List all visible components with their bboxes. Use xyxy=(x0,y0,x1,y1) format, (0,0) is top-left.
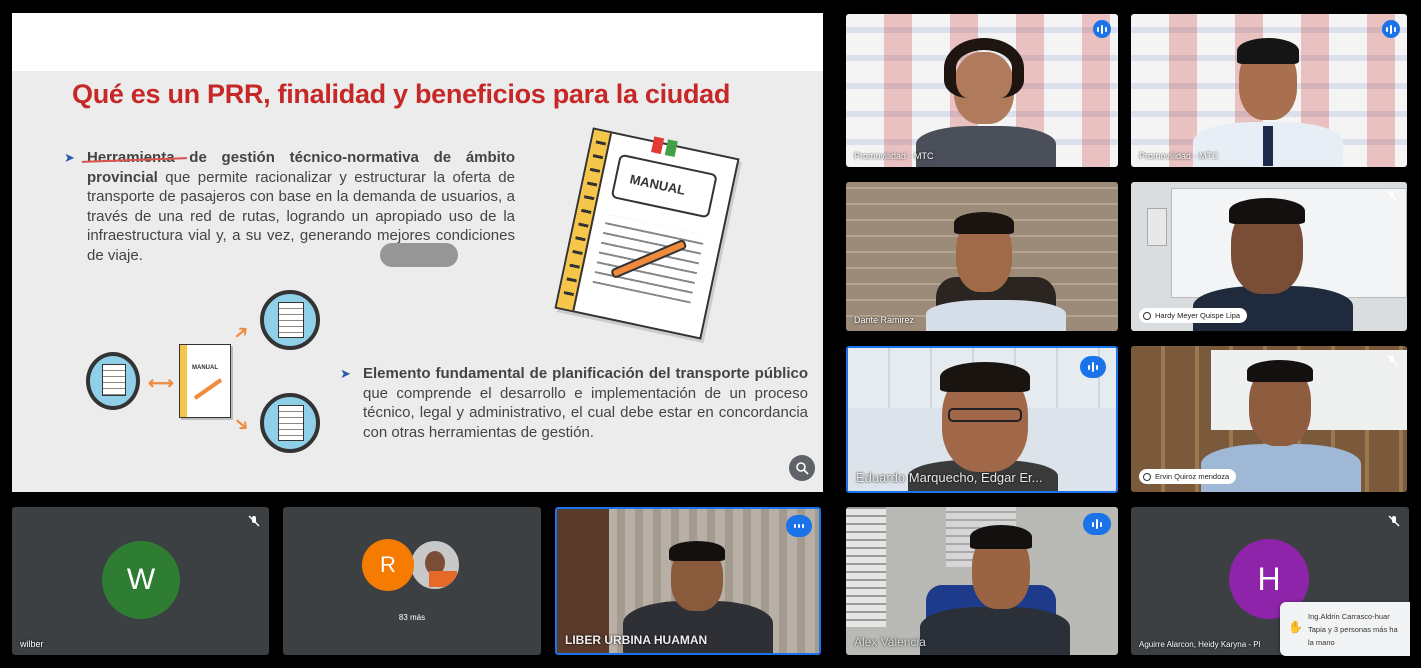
arrow-up-right: ➔ xyxy=(229,319,254,345)
wall-socket xyxy=(1147,208,1167,246)
zoom-button[interactable] xyxy=(789,455,815,481)
more-participants-tile[interactable]: R 83 más xyxy=(283,507,541,655)
slide-top-bar xyxy=(12,13,823,71)
more-count: 83 más xyxy=(398,613,426,622)
participant-name: Eduardo Marquecho, Edgar Er... xyxy=(856,470,1043,485)
notification-line-3: la mano xyxy=(1308,638,1335,647)
person-hair xyxy=(1247,360,1313,382)
participant-tile-liber[interactable]: LIBER URBINA HUAMAN xyxy=(555,507,821,655)
person-body xyxy=(1201,444,1361,492)
participant-tile-alex[interactable]: Alex Valencia xyxy=(846,507,1118,655)
participant-name: Hardy Meyer Quispe Lipa xyxy=(1155,311,1241,320)
notification-line-1: Ing.Aldrin Carrasco-huar xyxy=(1308,612,1390,621)
person-hair xyxy=(1229,198,1305,224)
bullet-2: Elemento fundamental de planificación de… xyxy=(363,364,808,442)
person-hair xyxy=(1237,38,1299,64)
participant-name: Aguirre Alarcon, Heidy Karyna - Pl xyxy=(1139,640,1261,649)
mic-off-small-icon xyxy=(1143,472,1151,481)
person-hair xyxy=(940,362,1030,392)
video-control-pill[interactable] xyxy=(380,243,458,267)
avatar-wilber: W xyxy=(102,541,180,619)
participant-name-pill: Hardy Meyer Quispe Lipa xyxy=(1139,308,1248,323)
bullet-2-text: que comprende el desarrollo e implementa… xyxy=(363,384,808,441)
shared-slide: Qué es un PRR, finalidad y beneficios pa… xyxy=(12,13,823,492)
person-tie xyxy=(1263,126,1273,166)
participant-name-pill: Ervin Quiroz mendoza xyxy=(1139,469,1237,484)
person-body xyxy=(926,300,1066,331)
avatar-initial: R xyxy=(380,552,396,577)
raised-hand-notification[interactable]: ✋ Ing.Aldrin Carrasco-huar Tapia y 3 per… xyxy=(1280,602,1410,656)
person-body xyxy=(920,607,1070,655)
speaking-indicator xyxy=(1382,20,1400,38)
participant-tile-promovilidad-1[interactable]: Promovilidad - MTC xyxy=(846,14,1118,167)
participant-name: Promovilidad - MTC xyxy=(854,151,934,161)
mic-off-icon xyxy=(1385,353,1399,367)
manual-small: MANUAL xyxy=(179,344,231,418)
person-hair xyxy=(669,541,725,561)
person-hair xyxy=(944,38,1024,98)
avatar-photo xyxy=(409,539,461,591)
speaking-indicator xyxy=(1080,356,1106,378)
participant-name: LIBER URBINA HUAMAN xyxy=(565,633,708,647)
person-body xyxy=(916,126,1056,167)
participant-name: Alex Valencia xyxy=(854,635,926,649)
mic-off-icon xyxy=(247,514,261,528)
manual-illustration: MANUAL xyxy=(554,127,740,340)
participant-name: wilber xyxy=(20,639,44,649)
mic-off-small-icon xyxy=(1143,311,1151,320)
person-hair xyxy=(954,212,1014,234)
doc-circle-left xyxy=(86,352,140,410)
doc-circle-top xyxy=(260,290,320,350)
participant-name: Promovilidad - MTC xyxy=(1139,151,1219,161)
participant-tile-dante[interactable]: Dante Ramirez xyxy=(846,182,1118,331)
bullet-2-bold: Elemento fundamental de planificación de… xyxy=(363,365,808,382)
person-glasses xyxy=(948,408,1022,422)
arrow-down-right: ➔ xyxy=(229,411,255,437)
participant-tile-promovilidad-2[interactable]: Promovilidad - MTC xyxy=(1131,14,1407,167)
speaking-indicator xyxy=(1083,513,1111,535)
participant-tile-eduardo[interactable]: Eduardo Marquecho, Edgar Er... xyxy=(846,346,1118,493)
avatar-initial: H xyxy=(1257,560,1281,597)
participant-name: Dante Ramirez xyxy=(854,315,915,325)
person-hair xyxy=(970,525,1032,549)
avatar-initial: W xyxy=(126,563,156,596)
participant-name: Ervin Quiroz mendoza xyxy=(1155,472,1230,481)
arrow-left: ⟷ xyxy=(148,373,174,393)
hand-icon: ✋ xyxy=(1288,620,1303,634)
participant-tile-ervin[interactable]: Ervin Quiroz mendoza xyxy=(1131,346,1407,492)
door xyxy=(557,509,609,653)
bullet-arrow-1: ➤ xyxy=(64,150,75,165)
avatar-r: R xyxy=(362,539,414,591)
mic-off-icon xyxy=(1387,514,1401,528)
zoom-in-icon xyxy=(796,462,809,475)
participant-tile-wilber[interactable]: W wilber xyxy=(12,507,269,655)
participant-tile-hardy[interactable]: Hardy Meyer Quispe Lipa xyxy=(1131,182,1407,331)
speaking-indicator xyxy=(786,515,812,537)
slide-title: Qué es un PRR, finalidad y beneficios pa… xyxy=(72,79,731,109)
mic-off-icon xyxy=(1385,189,1399,203)
bullet-arrow-2: ➤ xyxy=(340,366,351,381)
notification-line-2: Tapia y 3 personas más ha xyxy=(1308,625,1398,634)
speaking-indicator xyxy=(1093,20,1111,38)
doc-circle-bottom xyxy=(260,393,320,453)
manual-small-label: MANUAL xyxy=(192,365,218,371)
window-blinds xyxy=(846,507,886,627)
